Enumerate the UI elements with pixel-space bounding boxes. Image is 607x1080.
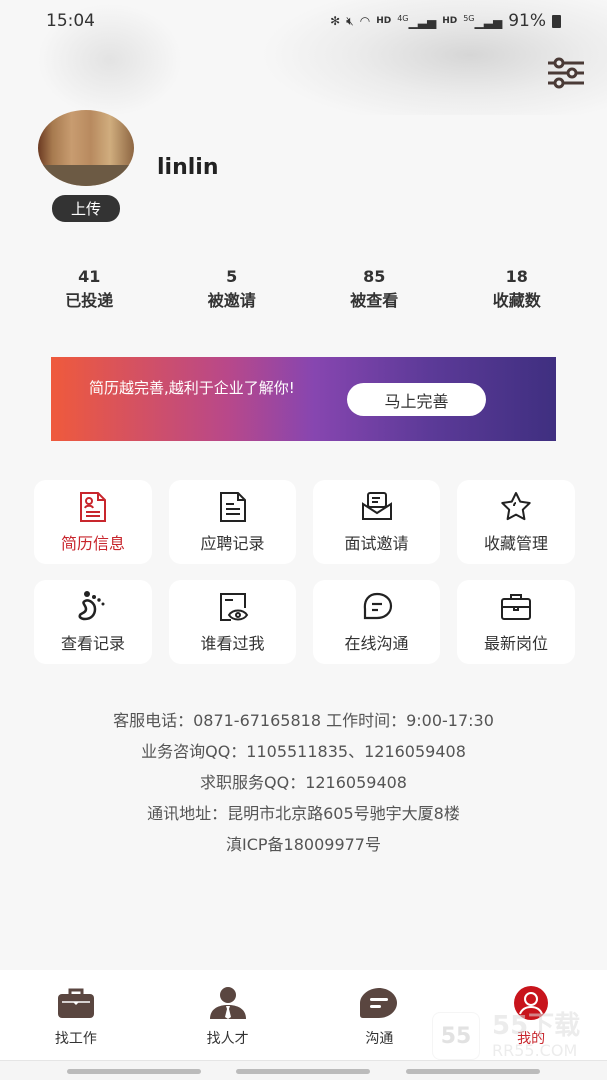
stat-value: 18 <box>505 267 528 286</box>
menu-item-resume[interactable]: 简历信息 <box>34 480 152 564</box>
chat-filled-icon <box>360 988 398 1018</box>
menu-item-label: 在线沟通 <box>344 634 409 653</box>
menu-item-label: 简历信息 <box>60 534 125 553</box>
wifi-icon: ◠ <box>359 14 371 28</box>
mailing-address: 通讯地址：昆明市北京路605号驰宇大厦8楼 <box>147 804 460 823</box>
menu-item-applications[interactable]: 应聘记录 <box>169 480 296 564</box>
menu-item-interviews[interactable]: 面试邀请 <box>313 480 440 564</box>
tab-find-job[interactable]: 找工作 <box>0 970 152 1060</box>
icp-number[interactable]: 滇ICP备18009977号 <box>0 829 607 860</box>
customer-service-phone: 客服电话：0871-67165818 工作时间：9:00-17:30 <box>113 711 494 730</box>
stat-value: 5 <box>226 267 238 286</box>
watermark-logo: 55 <box>432 1012 480 1060</box>
watermark: 55 55下载 RR55.COM <box>432 1012 592 1062</box>
network-5g-label: 5G <box>463 13 475 23</box>
bluetooth-icon: ✻ <box>330 14 341 28</box>
nav-handle-right[interactable] <box>406 1069 540 1074</box>
watermark-sub: RR55.COM <box>492 1041 578 1060</box>
menu-item-online-chat[interactable]: 在线沟通 <box>313 580 440 664</box>
stat-label: 收藏数 <box>492 291 541 310</box>
business-qq: 业务咨询QQ：1105511835、1216059408 <box>141 742 466 761</box>
stat-value: 85 <box>363 267 386 286</box>
stat-invited[interactable]: 5 被邀请 <box>161 266 304 314</box>
menu-item-label: 收藏管理 <box>483 534 548 553</box>
status-bar: 15:04 ✻ 🔇︎ ◠ HD 4G▁▃▅ HD 5G▁▃▅ 91% <box>0 0 607 42</box>
tab-label: 沟通 <box>365 1031 394 1047</box>
status-time: 15:04 <box>46 11 95 31</box>
menu-grid: 简历信息 应聘记录 面试邀请 收藏管理 查看记录 谁看过我 在线沟通 最新岗位 <box>34 480 575 664</box>
system-nav-bar <box>0 1060 607 1080</box>
stat-label: 被查看 <box>350 291 399 310</box>
stat-value: 41 <box>78 267 101 286</box>
complete-resume-button[interactable]: 马上完善 <box>347 383 486 416</box>
mute-icon: 🔇︎ <box>346 13 354 28</box>
job-service-qq: 求职服务QQ：1216059408 <box>200 773 407 792</box>
footprint-icon <box>78 591 105 621</box>
stat-label: 已投递 <box>65 291 114 310</box>
hd-label: HD <box>442 16 458 26</box>
eye-card-icon <box>219 593 248 621</box>
briefcase-filled-icon <box>57 988 94 1018</box>
signal-4g-icon: 4G▁▃▅ <box>397 13 437 29</box>
menu-item-label: 查看记录 <box>60 634 125 653</box>
battery-percent: 91% <box>508 11 546 31</box>
tab-label: 找人才 <box>206 1031 249 1047</box>
star-icon <box>501 492 531 521</box>
nav-handle-left[interactable] <box>67 1069 201 1074</box>
upload-avatar-button[interactable]: 上传 <box>52 195 120 222</box>
menu-item-label: 谁看过我 <box>200 634 265 653</box>
contact-info: 客服电话：0871-67165818 工作时间：9:00-17:30 业务咨询Q… <box>0 705 607 860</box>
signal-5g-icon: 5G▁▃▅ <box>463 13 503 29</box>
tab-label: 找工作 <box>54 1031 97 1047</box>
stat-label: 被邀请 <box>207 291 256 310</box>
stat-favorites[interactable]: 18 收藏数 <box>446 266 589 314</box>
status-icons: ✻ 🔇︎ ◠ HD 4G▁▃▅ HD 5G▁▃▅ 91% <box>330 11 561 31</box>
menu-item-label: 最新岗位 <box>483 634 548 653</box>
network-4g-label: 4G <box>397 13 409 23</box>
menu-item-view-history[interactable]: 查看记录 <box>34 580 152 664</box>
stat-viewed[interactable]: 85 被查看 <box>303 266 446 314</box>
tab-find-talent[interactable]: 找人才 <box>152 970 304 1060</box>
resume-icon <box>80 492 106 522</box>
watermark-title: 55下载 <box>492 1011 581 1041</box>
nav-handle-center[interactable] <box>236 1069 370 1074</box>
battery-icon <box>552 14 561 28</box>
chat-icon <box>363 592 392 620</box>
hd-label: HD <box>376 16 392 26</box>
envelope-icon <box>361 492 392 520</box>
menu-item-label: 应聘记录 <box>200 534 265 553</box>
resume-complete-banner: 简历越完善,越利于企业了解你! 马上完善 <box>51 357 556 441</box>
person-tie-icon <box>209 987 246 1019</box>
document-icon <box>219 492 246 522</box>
sliders-icon <box>548 57 584 89</box>
menu-item-favorites[interactable]: 收藏管理 <box>457 480 575 564</box>
banner-text: 简历越完善,越利于企业了解你! <box>89 379 295 397</box>
menu-item-latest-jobs[interactable]: 最新岗位 <box>457 580 575 664</box>
menu-item-label: 面试邀请 <box>344 534 409 553</box>
avatar[interactable] <box>38 110 134 186</box>
briefcase-icon <box>501 594 531 620</box>
settings-button[interactable] <box>546 56 586 90</box>
stat-delivered[interactable]: 41 已投递 <box>18 266 161 314</box>
menu-item-who-viewed-me[interactable]: 谁看过我 <box>169 580 296 664</box>
stats-row: 41 已投递 5 被邀请 85 被查看 18 收藏数 <box>18 266 588 314</box>
username: linlin <box>157 155 219 180</box>
